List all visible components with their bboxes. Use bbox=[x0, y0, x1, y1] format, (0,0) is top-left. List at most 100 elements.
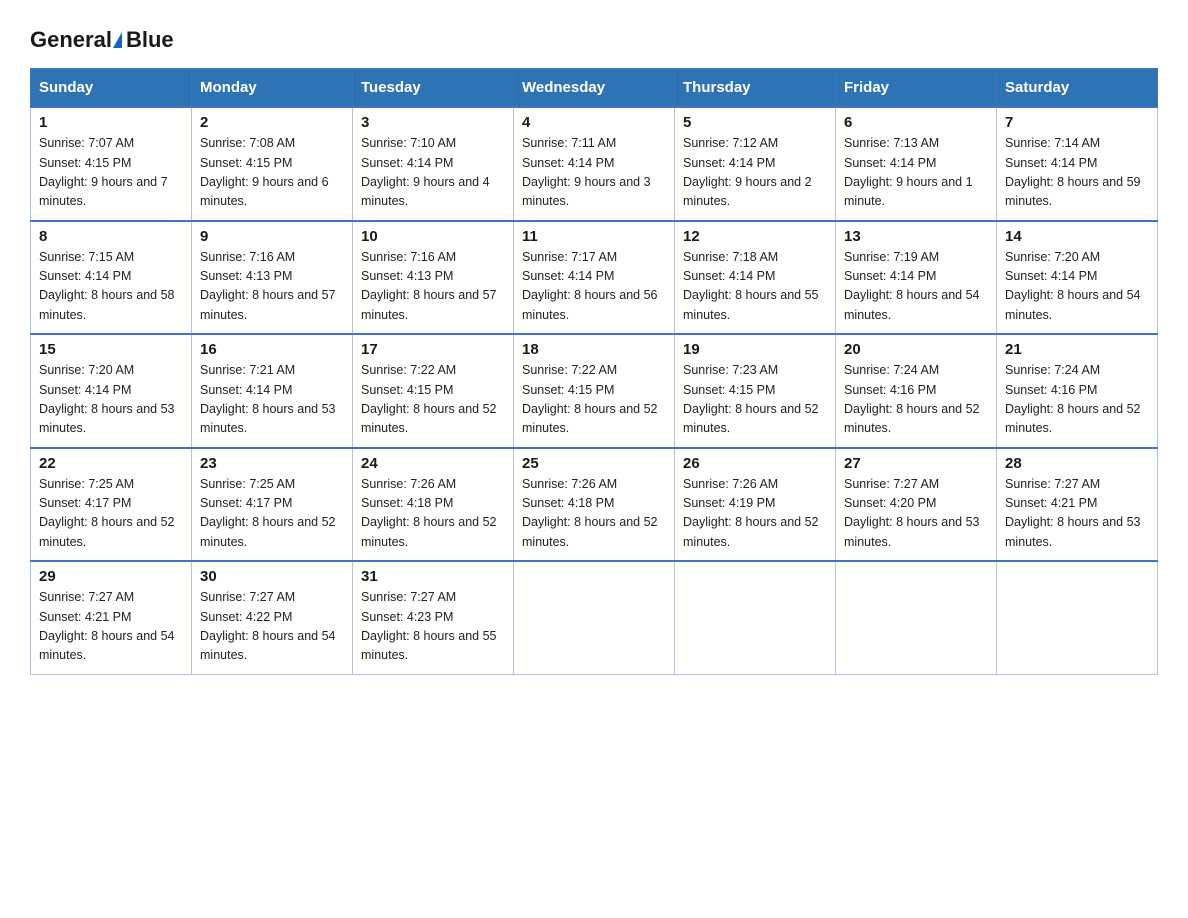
day-info: Sunrise: 7:27 AMSunset: 4:21 PMDaylight:… bbox=[1005, 475, 1149, 553]
day-info: Sunrise: 7:08 AMSunset: 4:15 PMDaylight:… bbox=[200, 134, 344, 212]
day-number: 17 bbox=[361, 341, 505, 358]
calendar-cell bbox=[836, 561, 997, 674]
calendar-cell: 23Sunrise: 7:25 AMSunset: 4:17 PMDayligh… bbox=[192, 448, 353, 562]
day-info: Sunrise: 7:16 AMSunset: 4:13 PMDaylight:… bbox=[361, 248, 505, 326]
day-header-sunday: Sunday bbox=[31, 69, 192, 108]
day-info: Sunrise: 7:20 AMSunset: 4:14 PMDaylight:… bbox=[39, 361, 183, 439]
calendar-cell: 12 Sunrise: 7:18 AMSunset: 4:14 PMDayligh… bbox=[675, 221, 836, 335]
day-info: Sunrise: 7:18 AMSunset: 4:14 PMDaylight:… bbox=[683, 248, 827, 326]
day-number: 3 bbox=[361, 114, 505, 131]
day-number: 20 bbox=[844, 341, 988, 358]
day-header-thursday: Thursday bbox=[675, 69, 836, 108]
calendar-cell: 8Sunrise: 7:15 AMSunset: 4:14 PMDaylight… bbox=[31, 221, 192, 335]
day-number: 2 bbox=[200, 114, 344, 131]
day-info: Sunrise: 7:26 AMSunset: 4:18 PMDaylight:… bbox=[522, 475, 666, 553]
day-number: 5 bbox=[683, 114, 827, 131]
day-number: 4 bbox=[522, 114, 666, 131]
day-info: Sunrise: 7:22 AMSunset: 4:15 PMDaylight:… bbox=[361, 361, 505, 439]
day-header-tuesday: Tuesday bbox=[353, 69, 514, 108]
day-info: Sunrise: 7:23 AMSunset: 4:15 PMDaylight:… bbox=[683, 361, 827, 439]
week-row-3: 15 Sunrise: 7:20 AMSunset: 4:14 PMDayligh… bbox=[31, 334, 1158, 448]
day-info: Sunrise: 7:20 AMSunset: 4:14 PMDaylight:… bbox=[1005, 248, 1149, 326]
calendar-table: SundayMondayTuesdayWednesdayThursdayFrid… bbox=[30, 68, 1158, 675]
day-info: Sunrise: 7:19 AMSunset: 4:14 PMDaylight:… bbox=[844, 248, 988, 326]
calendar-cell: 13 Sunrise: 7:19 AMSunset: 4:14 PMDayligh… bbox=[836, 221, 997, 335]
calendar-cell bbox=[997, 561, 1158, 674]
day-header-friday: Friday bbox=[836, 69, 997, 108]
day-info: Sunrise: 7:27 AMSunset: 4:22 PMDaylight:… bbox=[200, 588, 344, 666]
calendar-cell: 30 Sunrise: 7:27 AMSunset: 4:22 PMDayligh… bbox=[192, 561, 353, 674]
day-number: 11 bbox=[522, 228, 666, 245]
day-number: 25 bbox=[522, 455, 666, 472]
calendar-cell: 10 Sunrise: 7:16 AMSunset: 4:13 PMDayligh… bbox=[353, 221, 514, 335]
day-info: Sunrise: 7:26 AMSunset: 4:19 PMDaylight:… bbox=[683, 475, 827, 553]
logo-arrow-icon bbox=[113, 32, 122, 48]
calendar-cell: 18 Sunrise: 7:22 AMSunset: 4:15 PMDayligh… bbox=[514, 334, 675, 448]
day-info: Sunrise: 7:14 AMSunset: 4:14 PMDaylight:… bbox=[1005, 134, 1149, 212]
day-number: 29 bbox=[39, 568, 183, 585]
calendar-header-row: SundayMondayTuesdayWednesdayThursdayFrid… bbox=[31, 69, 1158, 108]
day-number: 24 bbox=[361, 455, 505, 472]
calendar-cell: 15 Sunrise: 7:20 AMSunset: 4:14 PMDayligh… bbox=[31, 334, 192, 448]
calendar-cell: 6 Sunrise: 7:13 AMSunset: 4:14 PMDaylight… bbox=[836, 107, 997, 221]
calendar-cell bbox=[675, 561, 836, 674]
calendar-cell: 25 Sunrise: 7:26 AMSunset: 4:18 PMDayligh… bbox=[514, 448, 675, 562]
day-info: Sunrise: 7:07 AMSunset: 4:15 PMDaylight:… bbox=[39, 134, 183, 212]
calendar-cell: 9Sunrise: 7:16 AMSunset: 4:13 PMDaylight… bbox=[192, 221, 353, 335]
day-info: Sunrise: 7:24 AMSunset: 4:16 PMDaylight:… bbox=[844, 361, 988, 439]
calendar-cell bbox=[514, 561, 675, 674]
week-row-4: 22 Sunrise: 7:25 AMSunset: 4:17 PMDayligh… bbox=[31, 448, 1158, 562]
calendar-cell: 17 Sunrise: 7:22 AMSunset: 4:15 PMDayligh… bbox=[353, 334, 514, 448]
calendar-cell: 19 Sunrise: 7:23 AMSunset: 4:15 PMDayligh… bbox=[675, 334, 836, 448]
calendar-cell: 22 Sunrise: 7:25 AMSunset: 4:17 PMDayligh… bbox=[31, 448, 192, 562]
calendar-cell: 29 Sunrise: 7:27 AMSunset: 4:21 PMDayligh… bbox=[31, 561, 192, 674]
week-row-5: 29 Sunrise: 7:27 AMSunset: 4:21 PMDayligh… bbox=[31, 561, 1158, 674]
calendar-cell: 3 Sunrise: 7:10 AMSunset: 4:14 PMDaylight… bbox=[353, 107, 514, 221]
day-header-saturday: Saturday bbox=[997, 69, 1158, 108]
day-info: Sunrise: 7:11 AMSunset: 4:14 PMDaylight:… bbox=[522, 134, 666, 212]
day-info: Sunrise: 7:15 AMSunset: 4:14 PMDaylight:… bbox=[39, 248, 183, 326]
calendar-cell: 27 Sunrise: 7:27 AMSunset: 4:20 PMDayligh… bbox=[836, 448, 997, 562]
day-number: 27 bbox=[844, 455, 988, 472]
calendar-cell: 1Sunrise: 7:07 AMSunset: 4:15 PMDaylight… bbox=[31, 107, 192, 221]
day-number: 13 bbox=[844, 228, 988, 245]
day-number: 19 bbox=[683, 341, 827, 358]
calendar-cell: 26 Sunrise: 7:26 AMSunset: 4:19 PMDayligh… bbox=[675, 448, 836, 562]
calendar-cell: 24 Sunrise: 7:26 AMSunset: 4:18 PMDayligh… bbox=[353, 448, 514, 562]
logo: General Blue bbox=[30, 20, 174, 52]
day-number: 14 bbox=[1005, 228, 1149, 245]
day-number: 22 bbox=[39, 455, 183, 472]
day-info: Sunrise: 7:24 AMSunset: 4:16 PMDaylight:… bbox=[1005, 361, 1149, 439]
day-number: 26 bbox=[683, 455, 827, 472]
calendar-cell: 2 Sunrise: 7:08 AMSunset: 4:15 PMDaylight… bbox=[192, 107, 353, 221]
day-info: Sunrise: 7:27 AMSunset: 4:23 PMDaylight:… bbox=[361, 588, 505, 666]
day-number: 7 bbox=[1005, 114, 1149, 131]
day-info: Sunrise: 7:25 AMSunset: 4:17 PMDaylight:… bbox=[39, 475, 183, 553]
day-number: 16 bbox=[200, 341, 344, 358]
day-info: Sunrise: 7:27 AMSunset: 4:20 PMDaylight:… bbox=[844, 475, 988, 553]
calendar-cell: 4 Sunrise: 7:11 AMSunset: 4:14 PMDaylight… bbox=[514, 107, 675, 221]
day-number: 28 bbox=[1005, 455, 1149, 472]
day-number: 18 bbox=[522, 341, 666, 358]
day-info: Sunrise: 7:27 AMSunset: 4:21 PMDaylight:… bbox=[39, 588, 183, 666]
calendar-cell: 21Sunrise: 7:24 AMSunset: 4:16 PMDayligh… bbox=[997, 334, 1158, 448]
day-number: 6 bbox=[844, 114, 988, 131]
calendar-cell: 16Sunrise: 7:21 AMSunset: 4:14 PMDayligh… bbox=[192, 334, 353, 448]
day-number: 23 bbox=[200, 455, 344, 472]
day-info: Sunrise: 7:10 AMSunset: 4:14 PMDaylight:… bbox=[361, 134, 505, 212]
day-info: Sunrise: 7:22 AMSunset: 4:15 PMDaylight:… bbox=[522, 361, 666, 439]
logo-general: General bbox=[30, 28, 112, 52]
day-number: 12 bbox=[683, 228, 827, 245]
day-number: 9 bbox=[200, 228, 344, 245]
day-info: Sunrise: 7:26 AMSunset: 4:18 PMDaylight:… bbox=[361, 475, 505, 553]
logo-blue: Blue bbox=[126, 27, 174, 52]
day-number: 31 bbox=[361, 568, 505, 585]
day-number: 30 bbox=[200, 568, 344, 585]
week-row-1: 1Sunrise: 7:07 AMSunset: 4:15 PMDaylight… bbox=[31, 107, 1158, 221]
day-info: Sunrise: 7:13 AMSunset: 4:14 PMDaylight:… bbox=[844, 134, 988, 212]
day-number: 15 bbox=[39, 341, 183, 358]
calendar-cell: 5Sunrise: 7:12 AMSunset: 4:14 PMDaylight… bbox=[675, 107, 836, 221]
calendar-cell: 28 Sunrise: 7:27 AMSunset: 4:21 PMDayligh… bbox=[997, 448, 1158, 562]
day-number: 10 bbox=[361, 228, 505, 245]
page-header: General Blue bbox=[30, 20, 1158, 52]
